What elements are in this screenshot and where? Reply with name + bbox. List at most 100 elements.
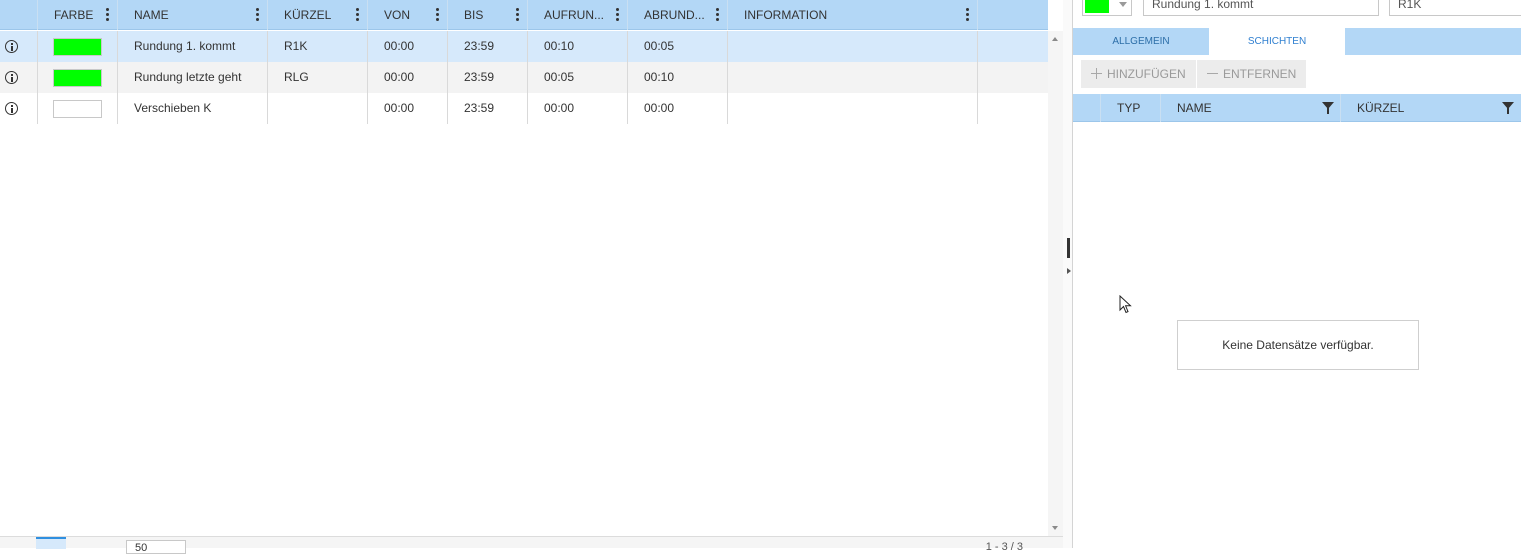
column-header-kuerzel[interactable]: KÜRZEL [268, 0, 368, 30]
round-down-cell: 00:05 [628, 31, 728, 62]
info-icon[interactable] [5, 102, 18, 115]
panel-splitter[interactable] [1063, 0, 1073, 548]
detail-panel: Rundung 1. kommt R1K ALLGEMEIN SCHICHTEN… [1073, 0, 1521, 548]
empty-message: Keine Datensätze verfügbar. [1177, 320, 1419, 370]
color-cell [38, 62, 118, 93]
mouse-cursor-icon [1119, 295, 1132, 314]
pager-info: 1 - 3 / 3 [985, 541, 1023, 553]
filter-icon[interactable] [1502, 102, 1514, 114]
column-header-farbe[interactable]: FARBE [38, 0, 118, 30]
from-cell: 00:00 [368, 93, 448, 124]
column-header-label: KÜRZEL [1357, 101, 1405, 115]
column-header-von[interactable]: VON [368, 0, 448, 30]
column-header-abrunden[interactable]: ABRUND... [628, 0, 728, 30]
detail-tabs: ALLGEMEIN SCHICHTEN [1073, 28, 1521, 55]
to-cell: 23:59 [448, 93, 528, 124]
name-cell: Rundung 1. kommt [118, 31, 268, 62]
color-swatch [53, 38, 102, 56]
info-cell [0, 62, 38, 93]
filter-icon[interactable] [1322, 102, 1334, 114]
tab-allgemein[interactable]: ALLGEMEIN [1073, 28, 1209, 55]
info-cell [0, 93, 38, 124]
from-cell: 00:00 [368, 31, 448, 62]
column-header-label: INFORMATION [744, 8, 828, 22]
column-header-label: AUFRUN... [544, 8, 604, 22]
kebab-menu-icon[interactable] [615, 8, 619, 22]
records-grid: FARBE NAME KÜRZEL VON BIS AUFRUN... ABRU… [0, 0, 1063, 554]
abbr-cell [268, 93, 368, 124]
scroll-up-arrow-icon[interactable] [1052, 37, 1058, 41]
column-header-aufrunden[interactable]: AUFRUN... [528, 0, 628, 30]
column-header-select [1073, 94, 1101, 122]
round-down-cell: 00:10 [628, 62, 728, 93]
add-button[interactable]: HINZUFÜGEN [1081, 60, 1196, 88]
page-size-select[interactable]: 50 [126, 540, 186, 554]
color-cell [38, 31, 118, 62]
to-cell: 23:59 [448, 31, 528, 62]
column-header-label: ABRUND... [644, 8, 705, 22]
color-swatch [53, 69, 102, 87]
column-header-information[interactable]: INFORMATION [728, 0, 978, 30]
kebab-menu-icon[interactable] [105, 8, 109, 22]
column-header-label: NAME [134, 8, 169, 22]
to-cell: 23:59 [448, 62, 528, 93]
column-header-kuerzel[interactable]: KÜRZEL [1341, 94, 1521, 122]
table-row[interactable]: Verschieben K 00:00 23:59 00:00 00:00 [0, 93, 1048, 124]
name-input[interactable]: Rundung 1. kommt [1143, 0, 1379, 16]
round-up-cell: 00:00 [528, 93, 628, 124]
table-row[interactable]: Rundung letzte geht RLG 00:00 23:59 00:0… [0, 62, 1048, 93]
grid-header: FARBE NAME KÜRZEL VON BIS AUFRUN... ABRU… [0, 0, 1048, 30]
pager-current-page[interactable] [36, 537, 66, 549]
info-icon[interactable] [5, 71, 18, 84]
information-cell [728, 31, 978, 62]
splitter-handle[interactable] [1067, 238, 1070, 258]
kebab-menu-icon[interactable] [255, 8, 259, 22]
abbr-cell: R1K [268, 31, 368, 62]
round-up-cell: 00:10 [528, 31, 628, 62]
name-cell: Rundung letzte geht [118, 62, 268, 93]
color-swatch [1085, 0, 1109, 13]
column-header-label: FARBE [54, 8, 94, 22]
vertical-scrollbar[interactable] [1048, 31, 1063, 536]
kebab-menu-icon[interactable] [435, 8, 439, 22]
column-header-label: NAME [1177, 101, 1212, 115]
color-swatch [53, 100, 102, 118]
column-header-bis[interactable]: BIS [448, 0, 528, 30]
column-header-info [0, 0, 38, 30]
from-cell: 00:00 [368, 62, 448, 93]
column-header-name[interactable]: NAME [118, 0, 268, 30]
remove-button[interactable]: ENTFERNEN [1197, 60, 1307, 88]
column-header-label: VON [384, 8, 411, 22]
kebab-menu-icon[interactable] [965, 8, 969, 22]
table-row[interactable]: Rundung 1. kommt R1K 00:00 23:59 00:10 0… [0, 31, 1048, 62]
info-icon[interactable] [5, 40, 18, 53]
column-header-name[interactable]: NAME [1161, 94, 1341, 122]
grid-body: Rundung 1. kommt R1K 00:00 23:59 00:10 0… [0, 31, 1048, 536]
column-header-label: KÜRZEL [284, 8, 332, 22]
kebab-menu-icon[interactable] [715, 8, 719, 22]
collapse-arrow-icon[interactable] [1067, 268, 1071, 274]
color-picker[interactable] [1082, 0, 1132, 16]
round-down-cell: 00:00 [628, 93, 728, 124]
color-cell [38, 93, 118, 124]
column-header-label: BIS [464, 8, 484, 22]
kebab-menu-icon[interactable] [515, 8, 519, 22]
dropdown-arrow-icon[interactable] [1119, 2, 1127, 7]
tab-schichten[interactable]: SCHICHTEN [1209, 28, 1345, 55]
abbreviation-input[interactable]: R1K [1389, 0, 1521, 16]
pager: 50 1 - 3 / 3 [0, 536, 1063, 554]
shifts-grid-header: TYP NAME KÜRZEL [1073, 94, 1521, 122]
plus-icon [1091, 68, 1102, 79]
info-cell [0, 31, 38, 62]
column-header-typ[interactable]: TYP [1101, 94, 1161, 122]
add-button-label: HINZUFÜGEN [1107, 67, 1186, 81]
information-cell [728, 62, 978, 93]
scroll-down-arrow-icon[interactable] [1052, 526, 1058, 530]
minus-icon [1207, 68, 1218, 79]
round-up-cell: 00:05 [528, 62, 628, 93]
information-cell [728, 93, 978, 124]
kebab-menu-icon[interactable] [355, 8, 359, 22]
name-cell: Verschieben K [118, 93, 268, 124]
abbr-cell: RLG [268, 62, 368, 93]
remove-button-label: ENTFERNEN [1223, 67, 1297, 81]
